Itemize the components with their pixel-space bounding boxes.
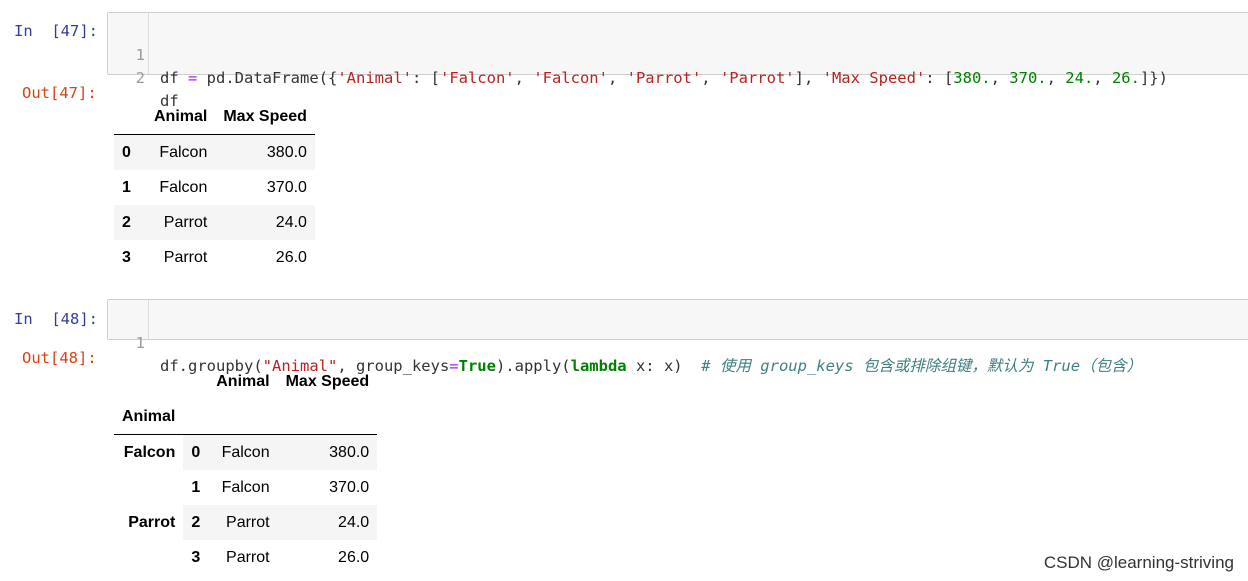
empty-header <box>183 399 208 435</box>
index-name-header: Animal <box>122 407 176 425</box>
row-index: 3 <box>191 548 201 566</box>
index-name-row: Animal <box>114 399 378 435</box>
empty-header <box>183 364 208 399</box>
cell-animal: Falcon <box>221 478 270 496</box>
row-index: 2 <box>122 213 131 231</box>
dataframe-table-48: Animal Max Speed Animal Falcon 0 Falcon … <box>114 364 378 575</box>
row-index: 2 <box>183 505 209 540</box>
table-header-row: Animal Max Speed <box>114 364 377 399</box>
group-key-parrot: Parrot <box>128 514 176 531</box>
empty-header <box>278 399 378 435</box>
cell-animal: Falcon <box>208 434 278 470</box>
code-cell-48[interactable]: 1 df.groupby("Animal", group_keys=True).… <box>107 299 1248 375</box>
empty-header <box>208 399 277 435</box>
row-index: 0 <box>122 143 131 161</box>
empty-header <box>114 364 183 399</box>
table-row: 0 Falcon 380.0 <box>114 134 315 170</box>
cell-max-speed: 24.0 <box>277 505 378 540</box>
column-header-max-speed: Max Speed <box>223 107 307 125</box>
code-cell-47[interactable]: 1 df = pd.DataFrame({'Animal': ['Falcon'… <box>107 12 1248 110</box>
row-index: 1 <box>191 478 201 496</box>
cell-animal: Parrot <box>226 548 270 566</box>
code-text[interactable]: df = pd.DataFrame({'Animal': ['Falcon', … <box>160 67 1168 90</box>
cell-max-speed: 380.0 <box>277 434 378 470</box>
table-row: Falcon 0 Falcon 380.0 <box>114 434 378 470</box>
column-header-max-speed: Max Speed <box>285 372 370 390</box>
table-row: 3 Parrot 26.0 <box>114 240 315 275</box>
column-header-animal: Animal <box>216 372 270 390</box>
cell-max-speed: 26.0 <box>338 548 370 566</box>
cell-animal: Falcon <box>159 143 208 161</box>
row-index: 0 <box>183 434 209 470</box>
table-row: 2 Parrot 24.0 <box>114 205 315 240</box>
dataframe-table-47: Animal Max Speed 0 Falcon 380.0 1 Falcon… <box>114 99 315 275</box>
row-index: 3 <box>122 248 131 266</box>
cell-max-speed: 24.0 <box>275 213 307 231</box>
cell-max-speed: 370.0 <box>266 178 307 196</box>
input-prompt-48: In [48]: <box>14 310 98 328</box>
watermark: CSDN @learning-striving <box>1043 553 1234 572</box>
code-line-1: 1 df = pd.DataFrame({'Animal': ['Falcon'… <box>108 21 1168 87</box>
group-key-falcon: Falcon <box>123 444 176 461</box>
cell-animal: Parrot <box>163 213 208 231</box>
output-prompt-47: Out[47]: <box>22 84 97 102</box>
output-prompt-48: Out[48]: <box>22 349 97 367</box>
table-row: 1 Falcon 370.0 <box>114 170 315 205</box>
index-header <box>114 99 146 135</box>
code-line-2: 2 df <box>108 44 179 110</box>
cell-max-speed: 380.0 <box>266 143 307 161</box>
cell-animal: Parrot <box>208 505 278 540</box>
cell-animal: Parrot <box>163 248 208 266</box>
table-row: Parrot 2 Parrot 24.0 <box>114 505 378 540</box>
row-index: 1 <box>122 178 131 196</box>
cell-max-speed: 370.0 <box>329 478 370 496</box>
code-line-1: 1 df.groupby("Animal", group_keys=True).… <box>108 309 1142 375</box>
cell-max-speed: 26.0 <box>275 248 307 266</box>
table-header-row: Animal Max Speed <box>114 99 315 135</box>
cell-animal: Falcon <box>159 178 208 196</box>
input-prompt-47: In [47]: <box>14 22 98 40</box>
column-header-animal: Animal <box>154 107 208 125</box>
